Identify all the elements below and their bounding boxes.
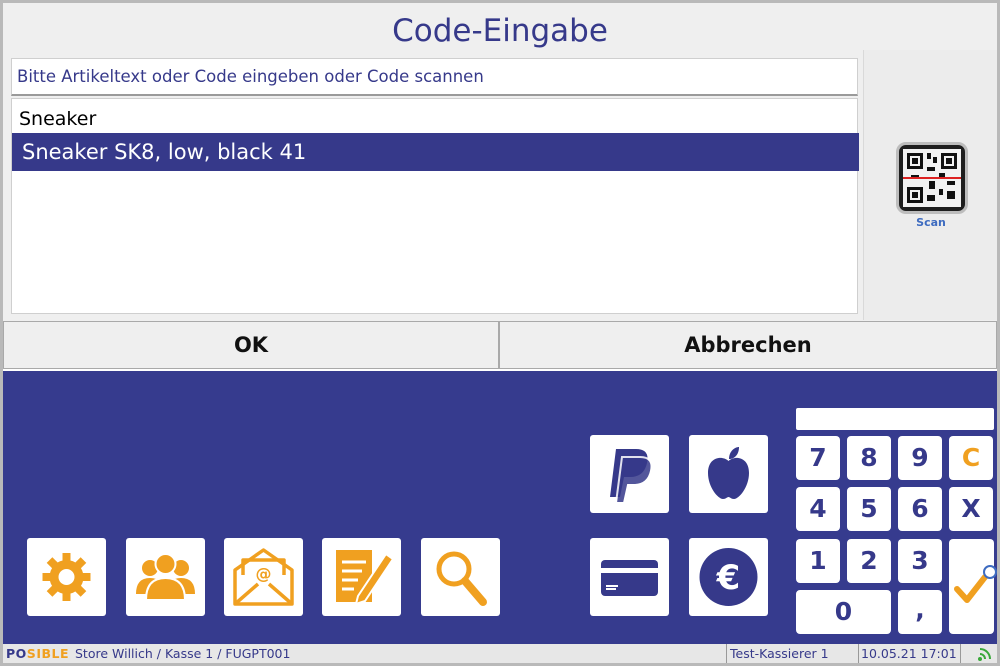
key-5[interactable]: 5 (847, 487, 891, 531)
key-comma[interactable]: , (898, 590, 942, 634)
sync-indicator-icon (983, 565, 997, 579)
key-x[interactable]: X (949, 487, 993, 531)
key-1[interactable]: 1 (796, 539, 840, 583)
scan-button[interactable] (896, 142, 968, 214)
notes-button[interactable] (322, 538, 401, 616)
email-button[interactable]: @ (224, 538, 303, 616)
key-clear[interactable]: C (949, 436, 993, 480)
card-icon (601, 560, 658, 596)
status-bar: POSIBLE Store Willich / Kasse 1 / FUGPT0… (3, 644, 997, 663)
store-info: Store Willich / Kasse 1 / FUGPT001 (75, 646, 291, 661)
key-0[interactable]: 0 (796, 590, 891, 634)
settings-icon (42, 553, 91, 601)
apple-pay-button[interactable] (689, 435, 768, 513)
svg-text:€: € (716, 558, 741, 598)
cancel-button[interactable]: Abbrechen (499, 321, 997, 369)
code-input[interactable]: Bitte Artikeltext oder Code eingeben ode… (11, 58, 858, 96)
connection-icon (978, 648, 991, 661)
status-divider (960, 644, 961, 663)
svg-text:@: @ (256, 564, 272, 583)
key-2[interactable]: 2 (847, 539, 891, 583)
notes-icon (336, 550, 395, 606)
apple-pay-icon (708, 447, 749, 499)
customers-button[interactable] (126, 538, 205, 616)
confirm-key[interactable] (949, 539, 994, 634)
results-header: Sneaker (19, 108, 97, 130)
possible-logo: POSIBLE (6, 646, 69, 661)
list-item[interactable]: Sneaker SK8, low, black 41 (12, 133, 859, 171)
email-icon: @ (233, 548, 294, 606)
cash-payment-button[interactable]: € (689, 538, 768, 616)
scan-label: Scan (916, 216, 946, 229)
pos-main-area: @ € 7 8 9 C 4 5 6 X 1 2 3 0 , (3, 371, 997, 644)
key-6[interactable]: 6 (898, 487, 942, 531)
key-7[interactable]: 7 (796, 436, 840, 480)
status-divider (858, 644, 859, 663)
keypad-display (796, 408, 994, 430)
checkmark-icon (954, 574, 988, 603)
status-divider (726, 644, 727, 663)
dialog-button-row: OK Abbrechen (3, 321, 997, 369)
scan-pane: Scan (863, 50, 997, 320)
cashier-name: Test-Kassierer 1 (730, 646, 829, 661)
key-9[interactable]: 9 (898, 436, 942, 480)
settings-button[interactable] (27, 538, 106, 616)
ok-button[interactable]: OK (3, 321, 499, 369)
search-icon (436, 551, 487, 606)
date-time: 10.05.21 17:01 (861, 646, 957, 661)
key-8[interactable]: 8 (847, 436, 891, 480)
results-list[interactable]: Sneaker Sneaker SK8, low, black 41 (11, 98, 859, 314)
qr-code-icon (903, 149, 961, 207)
paypal-button[interactable] (590, 435, 669, 513)
euro-cash-icon: € (699, 548, 758, 606)
card-payment-button[interactable] (590, 538, 669, 616)
search-button[interactable] (421, 538, 500, 616)
customers-icon (136, 553, 195, 601)
key-4[interactable]: 4 (796, 487, 840, 531)
dialog-title: Code-Eingabe (392, 13, 608, 49)
code-entry-dialog: Code-Eingabe Bitte Artikeltext oder Code… (3, 3, 997, 369)
paypal-icon (610, 449, 653, 504)
key-3[interactable]: 3 (898, 539, 942, 583)
